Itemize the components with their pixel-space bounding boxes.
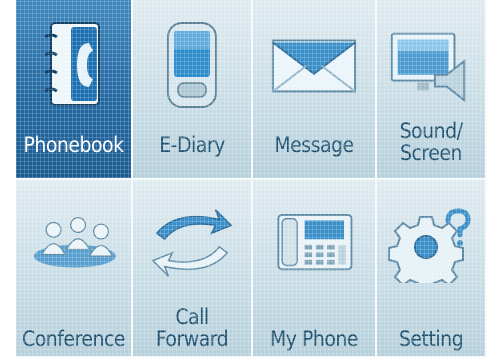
- menu-tile-label: Sound/ Screen: [399, 119, 463, 165]
- menu-tile-label: E-Diary: [159, 133, 225, 157]
- menu-tile-label: Conference: [22, 327, 125, 351]
- monitor-speaker-icon: [386, 20, 476, 110]
- menu-tile-setting[interactable]: Setting: [377, 180, 487, 358]
- desk-phone-icon: [269, 198, 359, 288]
- envelope-icon: [269, 20, 359, 110]
- menu-tile-my-phone[interactable]: My Phone: [253, 180, 377, 358]
- phonebook-icon: [29, 20, 119, 110]
- main-menu-grid: Phonebook E-Diary Message Sound/ Screen …: [16, 0, 487, 358]
- call-forward-icon: [147, 198, 237, 288]
- menu-tile-label: Message: [274, 133, 354, 157]
- pda-device-icon: [147, 20, 237, 110]
- menu-tile-label: My Phone: [269, 327, 359, 351]
- phone-screen: Phonebook E-Diary Message Sound/ Screen …: [16, 0, 487, 358]
- menu-tile-call-forward[interactable]: Call Forward: [133, 180, 253, 358]
- gear-question-icon: [386, 198, 476, 288]
- menu-tile-label: Phonebook: [23, 133, 124, 157]
- menu-tile-label: Setting: [398, 327, 464, 351]
- menu-tile-phonebook[interactable]: Phonebook: [16, 0, 133, 180]
- menu-tile-sound-screen[interactable]: Sound/ Screen: [377, 0, 487, 180]
- menu-tile-e-diary[interactable]: E-Diary: [133, 0, 253, 180]
- menu-tile-message[interactable]: Message: [253, 0, 377, 180]
- menu-tile-conference[interactable]: Conference: [16, 180, 133, 358]
- menu-tile-label: Call Forward: [155, 305, 229, 351]
- conference-people-icon: [29, 198, 119, 288]
